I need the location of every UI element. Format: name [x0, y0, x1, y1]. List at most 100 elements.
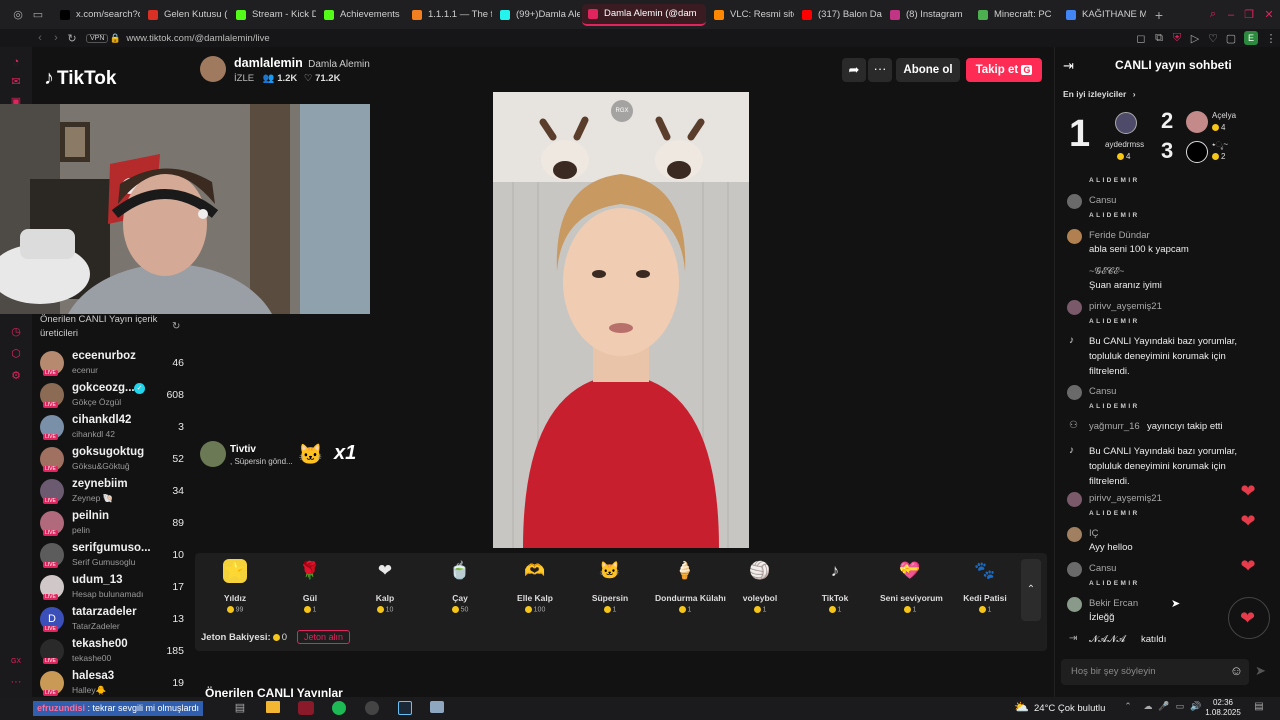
clock-date[interactable]: 1.08.2025 — [1204, 708, 1242, 717]
chat-avatar[interactable] — [1067, 300, 1082, 315]
refresh-icon[interactable]: ↻ — [172, 321, 180, 332]
browser-tab[interactable]: Minecraft: PC — [972, 4, 1058, 26]
browser-tab[interactable]: Damla Alemin (@dam — [582, 3, 706, 26]
chat-username[interactable]: IÇ — [1089, 528, 1099, 539]
clock-time[interactable]: 02:36 — [1206, 698, 1240, 707]
gift-item[interactable]: ⭐ Yıldız 99 — [205, 559, 265, 613]
chat-avatar[interactable] — [1067, 265, 1082, 280]
tiktok-logo[interactable]: ♪ TikTok — [44, 67, 116, 90]
join-username[interactable]: 𝓝𝓐𝓝𝓐 — [1089, 634, 1126, 645]
messenger-icon[interactable]: ✉ — [9, 75, 23, 89]
top2-avatar[interactable] — [1186, 111, 1208, 133]
chat-username[interactable]: pirivv_ayşemiş21 — [1089, 493, 1162, 504]
more-sidebar-icon[interactable]: ··· — [9, 675, 23, 689]
buy-coins-button[interactable]: Jeton alın — [297, 630, 351, 644]
more-options-icon[interactable]: ··· — [868, 58, 892, 82]
chat-username[interactable]: Cansu — [1089, 563, 1116, 574]
search-icon[interactable]: ⌕ — [1204, 8, 1222, 21]
forward-icon[interactable]: › — [48, 32, 64, 44]
steam-icon[interactable] — [398, 701, 412, 715]
browser-tab[interactable]: Stream - Kick D — [230, 4, 316, 26]
settings-icon[interactable]: ⚙ — [9, 369, 23, 383]
weather-text[interactable]: 24°C Çok bulutlu — [1034, 703, 1105, 714]
heart-icon[interactable]: ♡ — [1204, 32, 1222, 45]
microphone-icon[interactable]: 🎤 — [1158, 701, 1170, 712]
collapse-chat-icon[interactable]: ⇥ — [1063, 58, 1074, 74]
gift-item[interactable]: 🍦 Dondurma Külahı 1 — [655, 559, 726, 613]
suggested-creator[interactable]: LIVE eceenurboz ecenur 46 — [38, 349, 188, 379]
streamer-avatar[interactable] — [200, 56, 226, 82]
browser-tab[interactable]: (99+)Damla Ale — [494, 4, 580, 26]
suggested-creator[interactable]: LIVE cihankdl42 cihankdl 42 3 — [38, 413, 188, 443]
gift-item[interactable]: 🏐 voleybol 1 — [730, 559, 790, 613]
maximize-icon[interactable]: ❐ — [1240, 8, 1258, 21]
suggested-creator[interactable]: LIVE peilnin pelin 89 — [38, 509, 188, 539]
snapshot-icon[interactable]: ⧉ — [1150, 32, 1168, 45]
browser-tab[interactable]: 1.1.1.1 — The fr — [406, 4, 492, 26]
top3-avatar[interactable] — [1186, 141, 1208, 163]
chat-username[interactable]: Bekir Ercan — [1089, 598, 1138, 609]
gift-item[interactable]: 🫶 Elle Kalp 100 — [505, 559, 565, 613]
suggested-creator[interactable]: LIVE udum_13 Hesap bulunamadı 17 — [38, 573, 188, 603]
suggested-creator[interactable]: LIVE gokceozg... Gökçe Özgül 608 ✓ — [38, 381, 188, 411]
vpn-badge[interactable]: VPN — [86, 33, 109, 43]
profile-avatar[interactable]: E — [1244, 31, 1258, 45]
gift-item[interactable]: 🐱 Süpersin 1 — [580, 559, 640, 613]
browser-tab[interactable]: Achievements — [318, 4, 404, 26]
file-explorer-icon[interactable] — [266, 701, 280, 713]
suggested-creator[interactable]: LIVE goksugoktug Göksu&Göktuğ 52 — [38, 445, 188, 475]
gift-item[interactable]: 🌹 Gül 1 — [280, 559, 340, 613]
subscribe-button[interactable]: Abone ol — [896, 58, 960, 82]
chat-username[interactable]: ~𝓖𝓔𝓒𝓔~ — [1089, 266, 1124, 277]
emoji-icon[interactable]: ☺ — [1230, 663, 1243, 678]
gift-item[interactable]: ❤ Kalp 10 — [355, 559, 415, 613]
extensions-icon[interactable]: ▢ — [1222, 32, 1240, 45]
app-icon[interactable] — [430, 701, 444, 713]
minimize-icon[interactable]: – — [1222, 9, 1240, 21]
sidebar-toggle-icon[interactable]: ▭ — [28, 8, 48, 21]
shield-icon[interactable]: ⛨ — [1168, 32, 1186, 45]
network-icon[interactable]: ▭ — [1174, 701, 1186, 712]
chat-username[interactable]: Cansu — [1089, 386, 1116, 397]
suggested-creator[interactable]: LIVE serifgumuso... Serif Gumusoglu 10 — [38, 541, 188, 571]
chat-username[interactable]: Feride Dündar — [1089, 230, 1150, 241]
like-button[interactable]: ❤ — [1228, 597, 1270, 639]
send-icon[interactable]: ➤ — [1255, 663, 1266, 679]
browser-tab[interactable]: (317) Balon Dal — [796, 4, 882, 26]
suggested-creator[interactable]: LIVE zeynebiim Zeynep 🐚 34 — [38, 477, 188, 507]
browser-tab[interactable]: (8) Instagram — [884, 4, 970, 26]
new-tab-icon[interactable]: + — [1150, 7, 1168, 23]
gift-item[interactable]: 🍵 Çay 50 — [430, 559, 490, 613]
suggested-creator[interactable]: LIVE tekashe00 tekashe00 185 — [38, 637, 188, 667]
spotify-icon[interactable] — [332, 701, 346, 715]
bookmark-icon[interactable]: ◻ — [1132, 32, 1150, 45]
chat-avatar[interactable] — [1067, 597, 1082, 612]
speed-dial-icon[interactable]: ◔ — [9, 55, 23, 69]
chat-avatar[interactable] — [1067, 562, 1082, 577]
expand-gifts-button[interactable]: ⌃ — [1021, 559, 1041, 621]
tray-chevron-icon[interactable]: ⌃ — [1122, 701, 1134, 712]
chat-avatar[interactable] — [1067, 194, 1082, 209]
back-icon[interactable]: ‹ — [32, 32, 48, 44]
browser-tab[interactable]: VLC: Resmi site — [708, 4, 794, 26]
history-icon[interactable]: ◷ — [9, 325, 23, 339]
play-icon[interactable]: ▷ — [1186, 32, 1204, 45]
obs-icon[interactable] — [365, 701, 379, 715]
live-video[interactable]: RGX — [493, 92, 749, 548]
cloud-icon[interactable]: ☁ — [1142, 701, 1154, 712]
chat-avatar[interactable] — [1067, 385, 1082, 400]
reload-icon[interactable]: ↻ — [64, 32, 80, 45]
extensions-sidebar-icon[interactable]: ⬡ — [9, 347, 23, 361]
more-icon[interactable]: ⋮ — [1262, 32, 1280, 45]
chat-username[interactable]: Cansu — [1089, 195, 1116, 206]
chat-input[interactable]: Hoş bir şey söyleyin ☺ — [1061, 659, 1249, 685]
top1-avatar[interactable] — [1115, 112, 1137, 134]
opera-gx-icon[interactable] — [298, 701, 314, 715]
follow-username[interactable]: yağmurr_16 — [1089, 421, 1140, 432]
chat-avatar[interactable] — [1067, 492, 1082, 507]
gift-item[interactable]: 💝 Seni seviyorum 1 — [880, 559, 943, 613]
volume-icon[interactable]: 🔊 — [1190, 701, 1202, 712]
close-icon[interactable]: ✕ — [1258, 8, 1280, 21]
gift-item[interactable]: 🐾 Kedi Patisi 1 — [955, 559, 1015, 613]
streamer-username[interactable]: damlalemin — [234, 56, 303, 70]
